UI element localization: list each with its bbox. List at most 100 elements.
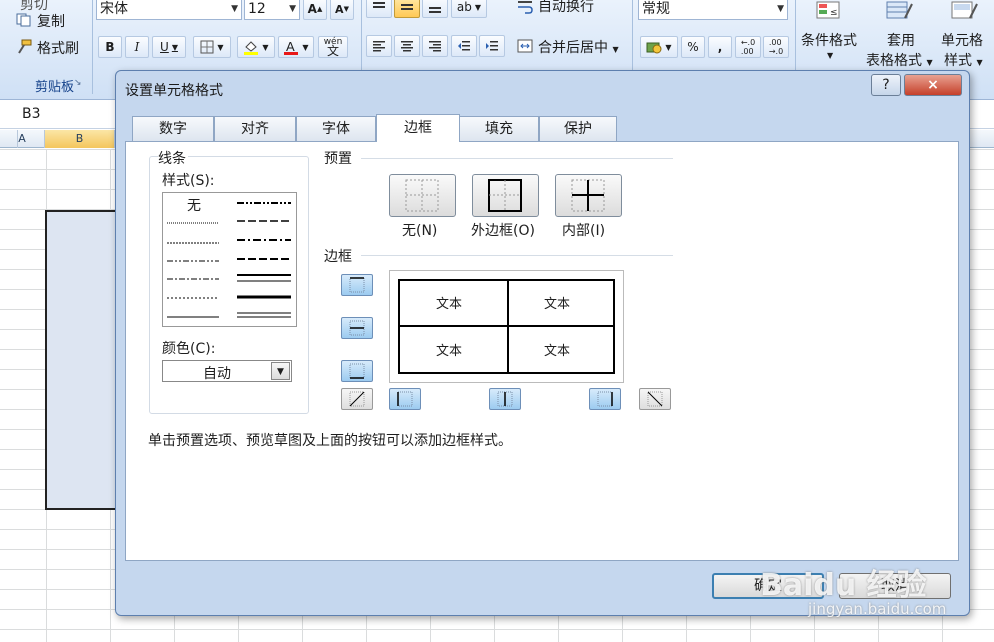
merge-center-button[interactable]: 合并后居中 ▼ xyxy=(538,37,619,57)
comma-button[interactable]: , xyxy=(708,36,732,58)
preset-outline-button[interactable] xyxy=(472,174,539,217)
number-format-value: 常规 xyxy=(642,1,670,17)
chevron-down-icon: ▼ xyxy=(231,4,238,14)
chevron-down-icon: ▼ xyxy=(474,2,482,12)
chevron-down-icon[interactable]: ▼ xyxy=(271,362,290,380)
chevron-down-icon: ▼ xyxy=(665,42,672,52)
border-middle-v-button[interactable] xyxy=(489,388,521,410)
border-top-icon xyxy=(349,277,365,293)
preview-text-4: 文本 xyxy=(544,344,571,359)
orientation-button[interactable]: ab ▼ xyxy=(451,0,487,18)
chevron-down-icon: ▼ xyxy=(217,42,224,52)
close-button[interactable]: × xyxy=(904,74,962,96)
font-size-value: 12 xyxy=(248,1,266,17)
percent-button[interactable]: % xyxy=(681,36,705,58)
table-format-label-1[interactable]: 套用 xyxy=(887,30,915,50)
align-center-button[interactable] xyxy=(394,35,420,57)
column-header-a[interactable]: A xyxy=(0,130,45,148)
align-middle-icon xyxy=(401,4,413,10)
border-left-button[interactable] xyxy=(389,388,421,410)
tab-fill[interactable]: 填充 xyxy=(459,116,539,141)
preset-outline-label: 外边框(O) xyxy=(471,223,535,239)
currency-button[interactable]: ▼ xyxy=(640,36,678,58)
shrink-font-button[interactable]: A ▼ xyxy=(330,0,354,20)
border-diag-up-button[interactable] xyxy=(341,388,373,410)
watermark-logo: Baidu 经验 xyxy=(760,568,927,603)
preset-none-button[interactable] xyxy=(389,174,456,217)
border-diag-down-button[interactable] xyxy=(639,388,671,410)
borders-button[interactable]: ▼ xyxy=(193,36,231,58)
decrease-decimal-button[interactable]: .00 →.0 xyxy=(763,36,789,58)
cell-style-text: 样式 xyxy=(944,53,972,69)
svg-text:A: A xyxy=(286,39,295,54)
align-bottom-button[interactable] xyxy=(422,0,448,18)
align-left-icon xyxy=(373,41,385,52)
tab-number[interactable]: 数字 xyxy=(132,116,214,141)
border-middle-h-button[interactable] xyxy=(341,317,373,339)
phonetic-button[interactable]: wén 文 xyxy=(318,36,348,58)
cell-style-label-1[interactable]: 单元格 xyxy=(941,30,983,50)
preset-inside-button[interactable] xyxy=(555,174,622,217)
preview-text-3: 文本 xyxy=(436,344,463,359)
grow-font-button[interactable]: A ▲ xyxy=(303,0,327,20)
increase-indent-button[interactable] xyxy=(479,35,505,57)
color-label: 颜色(C): xyxy=(162,341,216,357)
border-right-button[interactable] xyxy=(589,388,621,410)
hint-text: 单击预置选项、预览草图及上面的按钮可以添加边框样式。 xyxy=(148,433,512,449)
increase-indent-icon xyxy=(486,41,498,51)
font-name-select[interactable]: 宋体 ▼ xyxy=(96,0,242,20)
font-size-select[interactable]: 12 ▼ xyxy=(244,0,300,20)
align-top-button[interactable] xyxy=(366,0,392,18)
underline-button[interactable]: U ▼ xyxy=(152,36,186,58)
decrease-indent-icon xyxy=(458,41,470,51)
italic-button[interactable]: I xyxy=(125,36,149,58)
align-middle-button[interactable] xyxy=(394,0,420,18)
decrease-indent-button[interactable] xyxy=(451,35,477,57)
line-style-list[interactable]: 无 xyxy=(162,192,297,327)
tab-protection[interactable]: 保护 xyxy=(539,116,617,141)
diagonal-up-icon xyxy=(349,391,365,407)
fill-color-button[interactable]: ▼ xyxy=(237,36,275,58)
chevron-down-icon: ▼ xyxy=(976,58,983,67)
preset-outline-icon xyxy=(488,179,522,212)
fill-bucket-icon xyxy=(244,41,259,55)
font-color-button[interactable]: A ▼ xyxy=(278,36,314,58)
selected-range[interactable] xyxy=(45,210,125,510)
line-style-samples[interactable] xyxy=(163,193,296,326)
tab-font[interactable]: 字体 xyxy=(296,116,376,141)
align-bottom-icon xyxy=(429,7,441,13)
dialog-launcher-icon[interactable]: ↘ xyxy=(74,78,82,88)
border-preview[interactable]: 文本 文本 文本 文本 xyxy=(389,270,624,383)
style-label: 样式(S): xyxy=(162,173,215,189)
cell-style-label-2[interactable]: 样式 ▼ xyxy=(944,50,983,70)
underline-label: U xyxy=(160,40,169,54)
name-box[interactable]: B3 xyxy=(22,106,41,122)
align-right-button[interactable] xyxy=(422,35,448,57)
bold-button[interactable]: B xyxy=(98,36,122,58)
help-button[interactable]: ? xyxy=(871,74,901,96)
table-format-label-2[interactable]: 表格格式 ▼ xyxy=(866,50,933,70)
border-bottom-button[interactable] xyxy=(341,360,373,382)
preview-text-1: 文本 xyxy=(436,297,463,312)
conditional-format-button[interactable]: 条件格式 xyxy=(801,30,857,50)
chevron-down-icon: ▼ xyxy=(612,45,619,54)
color-select[interactable]: 自动 ▼ xyxy=(162,360,292,382)
table-format-text: 表格格式 xyxy=(866,53,922,69)
chevron-down-icon: ▼ xyxy=(926,58,933,67)
column-header-b[interactable]: B xyxy=(45,130,115,148)
preset-divider xyxy=(361,158,673,159)
number-format-select[interactable]: 常规 ▼ xyxy=(638,0,788,20)
align-left-button[interactable] xyxy=(366,35,392,57)
tab-border[interactable]: 边框 xyxy=(376,114,460,142)
border-top-button[interactable] xyxy=(341,274,373,296)
format-painter-button[interactable]: 格式刷 xyxy=(37,38,79,58)
increase-decimal-button[interactable]: ←.0.00 xyxy=(735,36,761,58)
border-right-icon xyxy=(597,391,613,407)
copy-button[interactable]: 复制 xyxy=(37,11,65,31)
font-name-value: 宋体 xyxy=(100,1,128,17)
wrap-text-button[interactable]: 自动换行 xyxy=(538,0,594,16)
merge-center-icon xyxy=(517,38,533,54)
diagonal-down-icon xyxy=(647,391,663,407)
chevron-down-icon: ▼ xyxy=(262,42,269,52)
tab-alignment[interactable]: 对齐 xyxy=(214,116,296,141)
